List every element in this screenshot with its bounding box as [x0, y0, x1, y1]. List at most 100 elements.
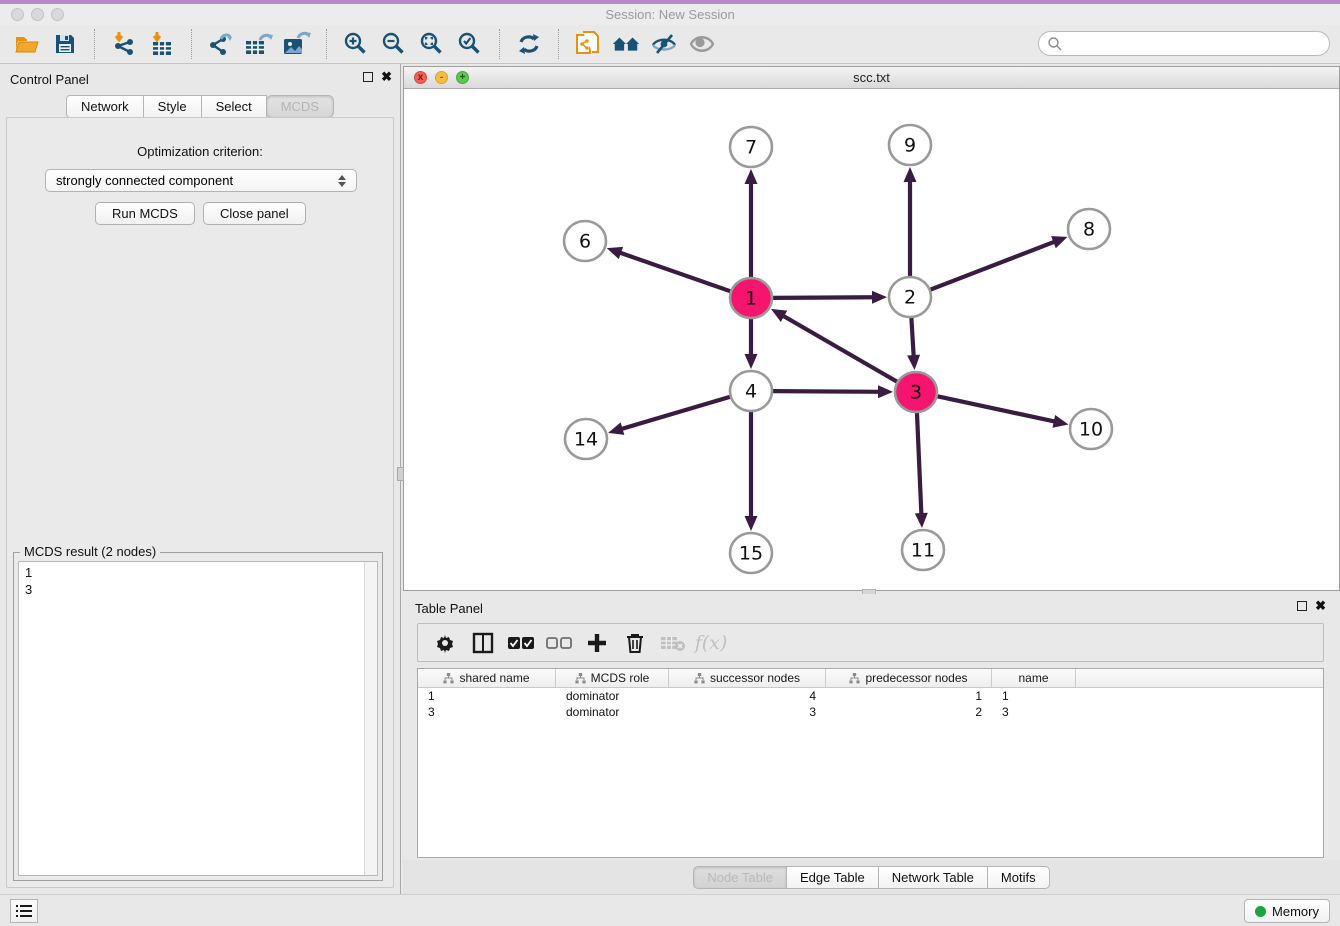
tab-style[interactable]: Style: [143, 95, 202, 118]
edge-3-10[interactable]: [938, 396, 1057, 422]
table-tabs-band: Node TableEdge TableNetwork TableMotifs: [403, 860, 1340, 894]
import-network-icon[interactable]: [109, 30, 139, 58]
tab-node-table[interactable]: Node Table: [693, 866, 787, 889]
zoom-fit-icon[interactable]: [417, 30, 447, 58]
run-mcds-button[interactable]: Run MCDS: [95, 202, 195, 225]
task-history-button[interactable]: [10, 899, 38, 923]
column-header-mcds-role[interactable]: MCDS role: [556, 669, 669, 687]
graph-node-15[interactable]: 15: [730, 533, 772, 573]
table-row[interactable]: 1dominator411: [418, 688, 1323, 704]
vertical-splitter-handle[interactable]: [397, 467, 404, 481]
close-panel-icon[interactable]: ✖: [381, 72, 392, 82]
window-title: Session: New Session: [0, 7, 1340, 22]
show-all-icon[interactable]: [687, 30, 717, 58]
new-network-from-selection-icon[interactable]: [573, 30, 603, 58]
edge-2-3[interactable]: [911, 318, 913, 358]
zoom-selected-icon[interactable]: [455, 30, 485, 58]
table-cell[interactable]: 1: [826, 688, 992, 704]
graph-node-2[interactable]: 2: [889, 277, 931, 317]
close-table-panel-icon[interactable]: ✖: [1315, 601, 1326, 611]
memory-button[interactable]: Memory: [1244, 899, 1330, 923]
graph-node-6[interactable]: 6: [564, 221, 606, 261]
table-settings-icon[interactable]: [430, 629, 460, 657]
edge-2-8[interactable]: [931, 241, 1057, 289]
column-header-predecessor-nodes[interactable]: predecessor nodes: [826, 669, 992, 687]
edge-4-14[interactable]: [620, 397, 730, 430]
tab-network[interactable]: Network: [66, 95, 144, 118]
graph-node-4[interactable]: 4: [730, 371, 772, 411]
network-canvas[interactable]: 7 9 6 8 1 2 4 3 14 10 15 11: [404, 89, 1339, 590]
mcds-panel-body: Optimization criterion: strongly connect…: [6, 117, 394, 888]
edge-1-2[interactable]: [773, 297, 875, 298]
table-cell[interactable]: dominator: [556, 704, 669, 720]
search-input[interactable]: [1063, 34, 1329, 54]
import-table-icon[interactable]: [147, 30, 177, 58]
close-panel-button[interactable]: Close panel: [203, 202, 306, 225]
deselect-all-icon[interactable]: [544, 629, 574, 657]
svg-text:9: 9: [904, 135, 916, 157]
edge-3-1[interactable]: [781, 315, 896, 382]
table-cell[interactable]: dominator: [556, 688, 669, 704]
tab-network-table[interactable]: Network Table: [878, 866, 988, 889]
svg-text:4: 4: [745, 381, 757, 403]
tab-edge-table[interactable]: Edge Table: [786, 866, 879, 889]
table-cell[interactable]: 1: [418, 688, 556, 704]
table-body: 1dominator4113dominator323: [418, 688, 1323, 720]
edge-4-3[interactable]: [773, 391, 881, 392]
save-session-icon[interactable]: [50, 30, 80, 58]
mcds-result-textarea[interactable]: 1 3: [18, 561, 378, 876]
node-table[interactable]: shared nameMCDS rolesuccessor nodesprede…: [417, 668, 1324, 858]
tab-motifs[interactable]: Motifs: [987, 866, 1050, 889]
first-neighbors-icon[interactable]: [611, 30, 641, 58]
export-table-icon[interactable]: [244, 30, 274, 58]
column-type-icon: [694, 673, 705, 684]
table-cell[interactable]: 3: [992, 704, 1076, 720]
edge-3-11[interactable]: [917, 413, 921, 516]
zoom-out-icon[interactable]: [379, 30, 409, 58]
table-cell[interactable]: 4: [669, 688, 826, 704]
select-all-icon[interactable]: [506, 629, 536, 657]
main-toolbar: [0, 25, 1340, 64]
select-stepper-icon: [338, 175, 346, 187]
criterion-select[interactable]: strongly connected component: [45, 169, 357, 192]
tab-select[interactable]: Select: [201, 95, 267, 118]
criterion-value: strongly connected component: [56, 173, 338, 188]
column-header-name[interactable]: name: [992, 669, 1076, 687]
macos-titlebar: Session: New Session: [0, 4, 1340, 25]
search-box[interactable]: [1038, 31, 1330, 56]
export-network-icon[interactable]: [206, 30, 236, 58]
add-row-icon[interactable]: [582, 629, 612, 657]
graph-node-3[interactable]: 3: [895, 372, 937, 412]
table-cell[interactable]: 2: [826, 704, 992, 720]
graph-node-14[interactable]: 14: [565, 419, 607, 459]
export-image-icon[interactable]: [282, 30, 312, 58]
table-cell[interactable]: 3: [669, 704, 826, 720]
float-table-panel-icon[interactable]: [1297, 601, 1307, 611]
table-cell[interactable]: 3: [418, 704, 556, 720]
graph-node-9[interactable]: 9: [889, 125, 931, 165]
delete-row-icon[interactable]: [620, 629, 650, 657]
graph-node-7[interactable]: 7: [730, 127, 772, 167]
result-scrollbar[interactable]: [364, 562, 377, 875]
refresh-icon[interactable]: [514, 30, 544, 58]
graph-node-1[interactable]: 1: [730, 278, 772, 318]
column-header-shared-name[interactable]: shared name: [418, 669, 556, 687]
graph-node-11[interactable]: 11: [902, 530, 944, 570]
network-window-titlebar[interactable]: x - + scc.txt: [404, 67, 1339, 89]
network-graph: 7 9 6 8 1 2 4 3 14 10 15 11: [404, 89, 1339, 590]
graph-node-10[interactable]: 10: [1070, 409, 1112, 449]
hide-selected-icon[interactable]: [649, 30, 679, 58]
show-columns-icon[interactable]: [468, 629, 498, 657]
tab-mcds[interactable]: MCDS: [266, 95, 334, 118]
graph-node-8[interactable]: 8: [1068, 209, 1110, 249]
column-header-successor-nodes[interactable]: successor nodes: [669, 669, 826, 687]
table-cell[interactable]: 1: [992, 688, 1076, 704]
control-panel: Control Panel ✖ NetworkStyleSelectMCDS O…: [0, 64, 401, 894]
delete-table-icon: [658, 629, 688, 657]
table-row[interactable]: 3dominator323: [418, 704, 1323, 720]
edge-1-6[interactable]: [618, 252, 730, 291]
zoom-in-icon[interactable]: [341, 30, 371, 58]
float-panel-icon[interactable]: [363, 72, 373, 82]
open-session-icon[interactable]: [12, 30, 42, 58]
svg-text:15: 15: [739, 543, 763, 565]
